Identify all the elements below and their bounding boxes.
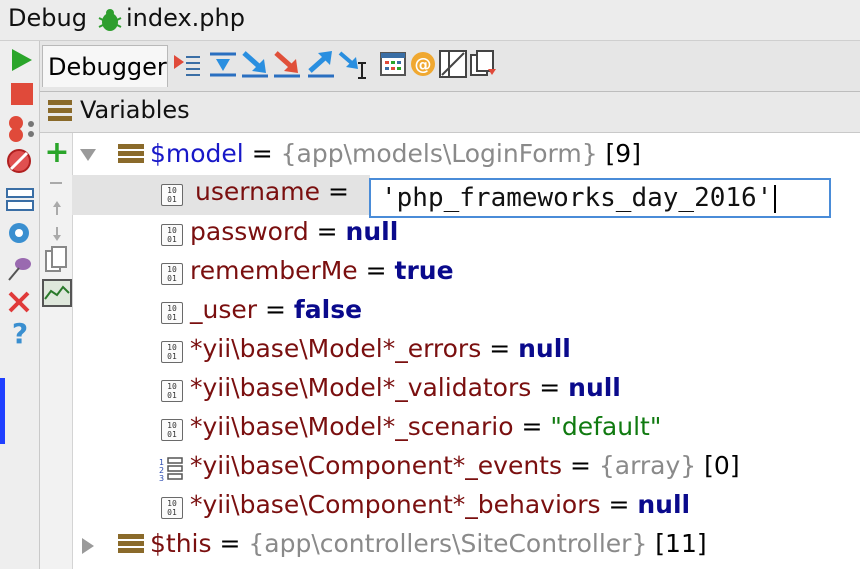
debug-actions-strip: ? xyxy=(0,41,40,569)
var-value: null xyxy=(568,373,621,402)
show-execution-point-icon[interactable] xyxy=(172,49,202,79)
copy-stack-icon[interactable] xyxy=(468,49,498,79)
field-binary-icon: 10 01 xyxy=(161,263,183,285)
evaluate-expression-icon[interactable] xyxy=(378,49,408,79)
add-watch-icon[interactable]: + xyxy=(43,138,71,168)
tree-row-scenario[interactable]: 10 01 *yii\base\Model*_scenario = "defaul… xyxy=(72,410,860,449)
tree-row-username[interactable]: 10 01 username = 'php_frameworks_day_2016… xyxy=(72,175,860,218)
tree-row-behaviors[interactable]: 10 01 *yii\base\Component*_behaviors = nu… xyxy=(72,488,860,527)
variables-panel-header: Variables xyxy=(40,92,860,133)
window-title-bar: Debug index.php xyxy=(0,0,860,41)
window-title-file: index.php xyxy=(126,4,245,32)
run-to-cursor-icon[interactable] xyxy=(338,49,368,79)
var-name: username xyxy=(195,177,320,206)
view-breakpoints-icon[interactable] xyxy=(5,114,34,142)
step-out-icon[interactable] xyxy=(306,49,336,79)
mute-breakpoints-icon[interactable] xyxy=(5,147,33,175)
close-icon[interactable] xyxy=(5,288,33,316)
var-type: {app\controllers\SiteController} xyxy=(248,529,648,558)
bug-icon xyxy=(97,8,123,32)
object-stack-icon xyxy=(118,144,144,166)
field-binary-icon: 10 01 xyxy=(161,224,183,246)
pin-icon[interactable] xyxy=(5,254,33,282)
var-name: rememberMe xyxy=(190,256,358,285)
settings-gear-icon[interactable] xyxy=(5,219,33,247)
var-value: null xyxy=(637,490,691,519)
move-up-icon[interactable] xyxy=(43,195,71,223)
tree-row-model[interactable]: $model = {app\models\LoginForm} [9] xyxy=(72,137,860,176)
window-title-prefix: Debug xyxy=(8,4,87,32)
at-sign-icon[interactable]: @ xyxy=(408,49,438,79)
var-value: null xyxy=(518,334,571,363)
field-binary-icon: 10 01 xyxy=(161,419,183,441)
line-numbers-icon[interactable] xyxy=(438,49,468,79)
tree-row-rememberme[interactable]: 10 01 rememberMe = true xyxy=(72,254,860,293)
svg-text:@: @ xyxy=(415,55,432,75)
var-name: *yii\base\Component*_events xyxy=(190,451,562,480)
variables-stack-icon xyxy=(48,100,72,122)
watch-actions-strip: + xyxy=(40,133,73,569)
var-type: {array} xyxy=(598,451,697,480)
var-value: false xyxy=(293,295,363,324)
value-edit-input[interactable]: 'php_frameworks_day_2016' xyxy=(369,178,831,218)
tab-debugger[interactable]: Debugger xyxy=(42,45,168,87)
field-binary-icon: 10 01 xyxy=(161,302,183,324)
tree-row-this[interactable]: $this = {app\controllers\SiteController}… xyxy=(72,527,860,566)
tree-row-password[interactable]: 10 01 password = null xyxy=(72,215,860,254)
debugger-toolbar: Debugger @ xyxy=(40,41,860,92)
field-binary-icon: 10 01 xyxy=(161,497,183,519)
var-count: [11] xyxy=(647,529,707,558)
var-name: *yii\base\Model*_validators xyxy=(190,373,532,402)
var-name: *yii\base\Model*_errors xyxy=(190,334,482,363)
var-value: null xyxy=(345,217,399,246)
var-value: true xyxy=(394,256,454,285)
text-caret xyxy=(774,184,777,213)
var-value: "default" xyxy=(550,412,662,441)
svg-text:3: 3 xyxy=(159,474,164,482)
object-stack-icon xyxy=(118,534,144,556)
expand-arrow-icon[interactable] xyxy=(80,149,96,161)
step-into-icon[interactable] xyxy=(240,49,270,79)
tree-row-events[interactable]: 123 *yii\base\Component*_events = {array… xyxy=(72,449,860,488)
var-name: *yii\base\Component*_behaviors xyxy=(190,490,601,519)
copy-value-icon[interactable] xyxy=(42,245,70,273)
field-binary-icon: 10 01 xyxy=(161,380,183,402)
array-list-icon: 123 xyxy=(158,456,184,483)
stop-icon[interactable] xyxy=(7,80,35,108)
layout-icon[interactable] xyxy=(5,186,34,214)
focus-marker xyxy=(0,378,5,444)
var-name: password xyxy=(190,217,309,246)
var-name: _user xyxy=(190,295,258,324)
variables-panel-title: Variables xyxy=(80,96,190,124)
tree-row-validators[interactable]: 10 01 *yii\base\Model*_validators = null xyxy=(72,371,860,410)
force-step-into-icon[interactable] xyxy=(272,49,302,79)
var-type: {app\models\LoginForm} xyxy=(280,139,598,168)
collapse-arrow-icon[interactable] xyxy=(82,538,94,554)
tree-row-user[interactable]: 10 01 _user = false xyxy=(72,293,860,332)
resume-icon[interactable] xyxy=(7,46,35,74)
field-binary-icon: 10 01 xyxy=(161,341,183,363)
var-name: $model xyxy=(150,139,244,168)
step-over-icon[interactable] xyxy=(208,49,238,79)
help-icon[interactable]: ? xyxy=(6,320,34,348)
memory-view-icon[interactable] xyxy=(42,279,72,307)
var-name: *yii\base\Model*_scenario xyxy=(190,412,514,441)
var-count: [9] xyxy=(597,139,641,168)
var-name: $this xyxy=(150,529,212,558)
field-binary-icon: 10 01 xyxy=(161,184,183,206)
tree-row-errors[interactable]: 10 01 *yii\base\Model*_errors = null xyxy=(72,332,860,371)
var-count: [0] xyxy=(696,451,740,480)
